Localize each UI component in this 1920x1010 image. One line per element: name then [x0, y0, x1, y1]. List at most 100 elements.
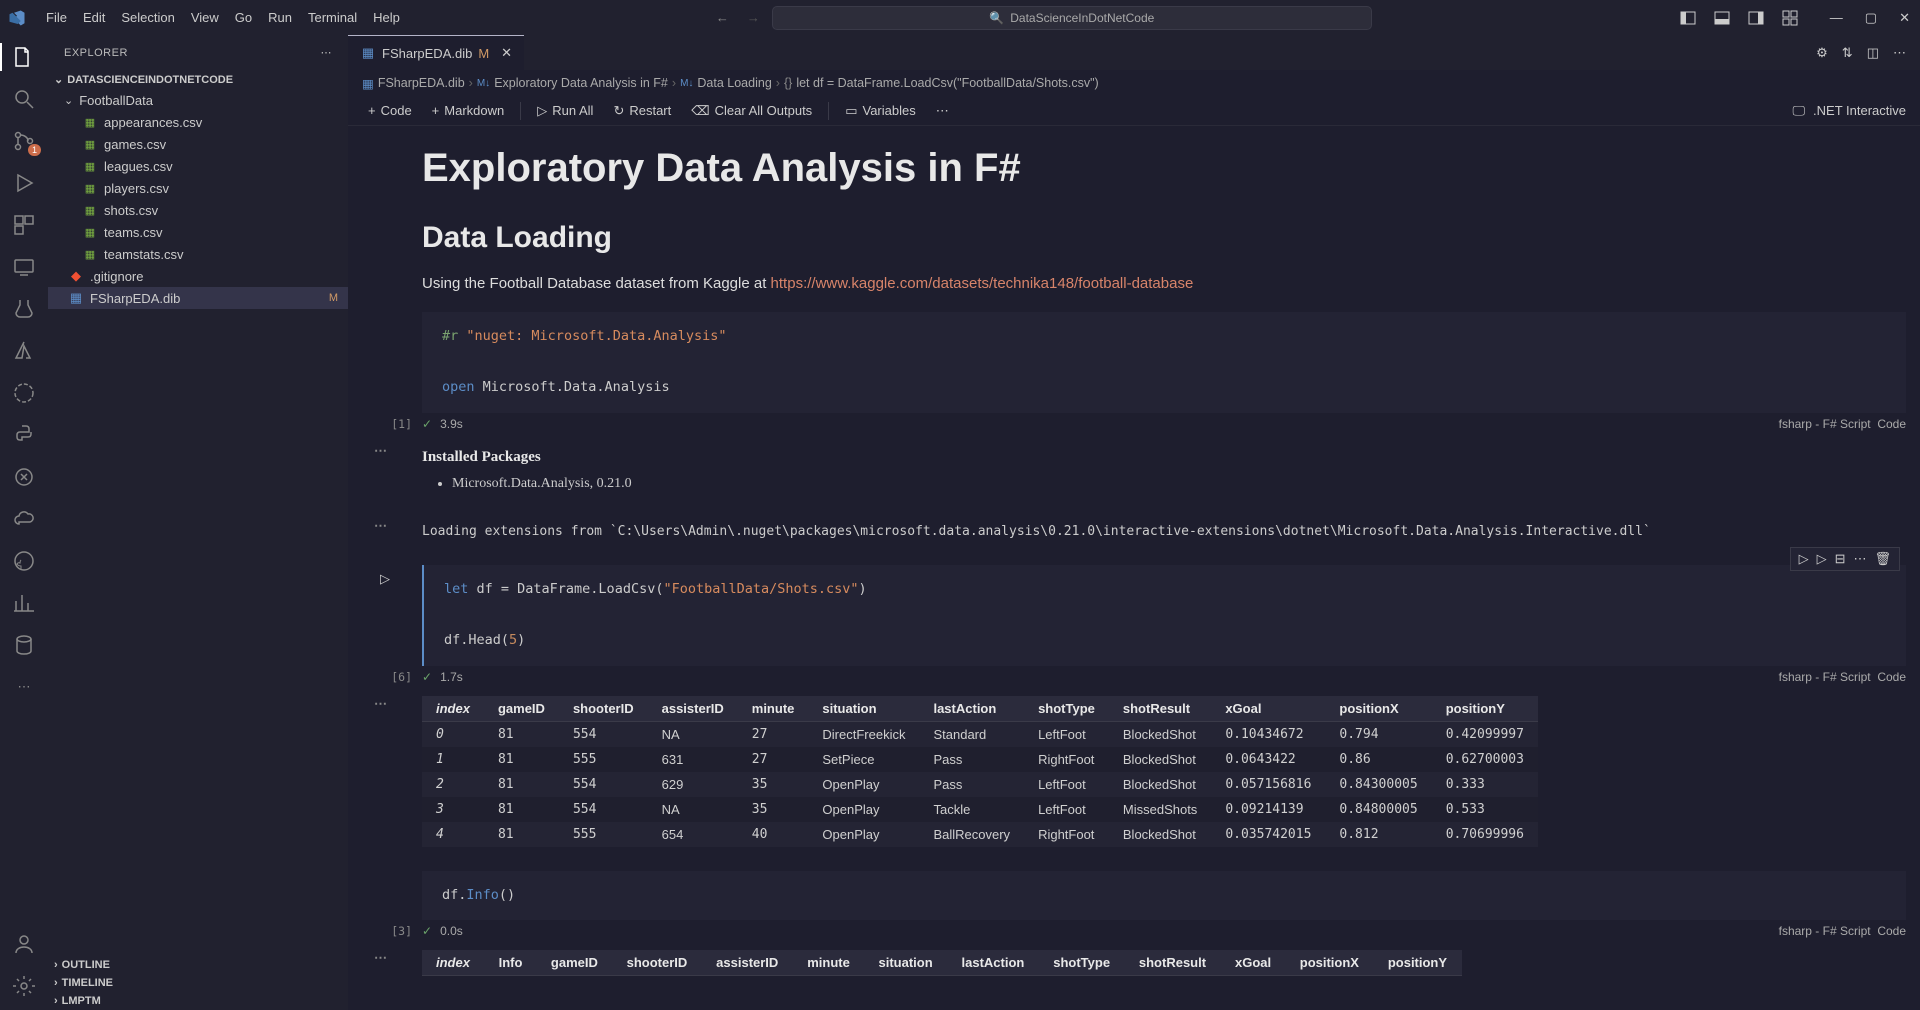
output-menu-icon[interactable]: ⋯ [374, 696, 387, 712]
run-debug-icon[interactable] [12, 171, 36, 195]
file-shots-csv[interactable]: ▦shots.csv [48, 199, 348, 221]
run-all-button[interactable]: ▷Run All [531, 101, 599, 121]
file-teams-csv[interactable]: ▦teams.csv [48, 221, 348, 243]
file-appearances-csv[interactable]: ▦appearances.csv [48, 111, 348, 133]
project-header[interactable]: ⌄ DATASCIENCEINDOTNETCODE [48, 70, 348, 89]
menu-go[interactable]: Go [227, 6, 260, 29]
azure-icon[interactable] [12, 339, 36, 363]
section-outline[interactable]: › OUTLINE [48, 956, 348, 974]
breadcrumb-code[interactable]: let df = DataFrame.LoadCsv("FootballData… [796, 76, 1098, 90]
menu-selection[interactable]: Selection [113, 6, 182, 29]
execution-count: [3] [362, 924, 412, 938]
settings-gear-icon[interactable] [12, 974, 36, 998]
kernel-selector[interactable]: .NET Interactive [1813, 103, 1906, 118]
layout-primary-icon[interactable] [1680, 10, 1696, 26]
column-header: gameID [484, 696, 559, 722]
chart-icon[interactable] [12, 591, 36, 615]
explorer-icon[interactable] [12, 45, 36, 69]
layout-customize-icon[interactable] [1782, 10, 1798, 26]
restart-button[interactable]: ↻Restart [607, 101, 677, 121]
add-code-button[interactable]: +Code [362, 101, 418, 120]
breadcrumb-h1[interactable]: Exploratory Data Analysis in F# [494, 76, 668, 90]
nav-forward-icon[interactable]: → [747, 10, 760, 25]
file-notebook[interactable]: ▦ FSharpEDA.dib M [48, 287, 348, 309]
variables-button[interactable]: ▭Variables [839, 101, 922, 121]
scm-icon[interactable]: 1 [12, 129, 36, 153]
close-icon[interactable]: ✕ [501, 45, 512, 61]
remote-icon[interactable] [12, 255, 36, 279]
output-menu-icon[interactable]: ⋯ [374, 443, 387, 459]
code-editor[interactable]: df.Info() [422, 871, 1906, 921]
window-maximize-icon[interactable]: ▢ [1865, 10, 1877, 26]
more-icon[interactable]: ⋯ [1853, 551, 1866, 567]
nav-back-icon[interactable]: ← [716, 10, 729, 25]
cell-kind[interactable]: Code [1877, 670, 1906, 684]
more-icon[interactable]: ⋯ [12, 675, 36, 699]
layout-secondary-icon[interactable] [1748, 10, 1764, 26]
command-center[interactable]: 🔍 DataScienceInDotNetCode [772, 6, 1372, 30]
cell-language[interactable]: fsharp - F# Script [1779, 670, 1871, 684]
cell-kind[interactable]: Code [1877, 417, 1906, 431]
modified-badge: M [478, 46, 489, 61]
menu-help[interactable]: Help [365, 6, 408, 29]
code-editor[interactable]: let df = DataFrame.LoadCsv("FootballData… [422, 565, 1906, 666]
toolbar-more-icon[interactable]: ⋯ [930, 101, 955, 121]
explorer-more-icon[interactable]: ⋯ [321, 46, 333, 59]
file-gitignore[interactable]: ◆ .gitignore [48, 265, 348, 287]
layout-panel-icon[interactable] [1714, 10, 1730, 26]
execute-above-icon[interactable]: ▷ [1817, 551, 1827, 567]
output-menu-icon[interactable]: ⋯ [374, 950, 387, 966]
diff-icon[interactable]: ⇅ [1842, 45, 1853, 61]
folder-footballdata[interactable]: ⌄ FootballData [48, 89, 348, 111]
search-activity-icon[interactable] [12, 87, 36, 111]
run-cell-icon[interactable]: ▷ [380, 571, 390, 587]
database-icon[interactable] [12, 633, 36, 657]
code-cell-3[interactable]: df.Info() [3] ✓ 0.0s fsharp - F# Script … [362, 871, 1906, 941]
output-info: ⋯ indexInfogameIDshooterIDassisterIDminu… [362, 950, 1906, 976]
cell-language[interactable]: fsharp - F# Script [1779, 924, 1871, 938]
output-menu-icon[interactable]: ⋯ [374, 518, 387, 534]
breadcrumb[interactable]: ▦ FSharpEDA.dib › M↓ Exploratory Data An… [348, 70, 1920, 96]
menu-file[interactable]: File [38, 6, 75, 29]
code-cell-2[interactable]: ▷ ▷ ⊟ ⋯ 🗑 ▷ let df = DataFrame.LoadCsv("… [362, 565, 1906, 686]
project-name: DATASCIENCEINDOTNETCODE [67, 74, 233, 86]
code-cell-1[interactable]: #r "nuget: Microsoft.Data.Analysis" open… [362, 312, 1906, 433]
editor-area: ▦ FSharpEDA.dib M ✕ ⚙ ⇅ ◫ ⋯ ▦ FSharpEDA.… [348, 35, 1920, 1010]
cloud-icon[interactable] [12, 507, 36, 531]
window-minimize-icon[interactable]: — [1830, 10, 1843, 26]
file-label: players.csv [104, 181, 169, 196]
file-players-csv[interactable]: ▦players.csv [48, 177, 348, 199]
gear-icon[interactable]: ⚙ [1816, 45, 1828, 61]
extensions-icon[interactable] [12, 213, 36, 237]
python-icon[interactable] [12, 423, 36, 447]
add-markdown-button[interactable]: +Markdown [426, 101, 511, 120]
debug-alt-icon[interactable] [12, 465, 36, 489]
code-editor[interactable]: #r "nuget: Microsoft.Data.Analysis" open… [422, 312, 1906, 413]
delete-cell-icon[interactable]: 🗑 [1874, 551, 1891, 567]
cell-language[interactable]: fsharp - F# Script [1779, 417, 1871, 431]
github-icon[interactable] [12, 549, 36, 573]
file-leagues-csv[interactable]: ▦leagues.csv [48, 155, 348, 177]
breadcrumb-file[interactable]: FSharpEDA.dib [378, 76, 465, 90]
split-cell-icon[interactable]: ⊟ [1835, 551, 1846, 567]
docker-icon[interactable] [12, 381, 36, 405]
menu-edit[interactable]: Edit [75, 6, 113, 29]
clear-outputs-button[interactable]: ⌫Clear All Outputs [685, 101, 818, 121]
file-games-csv[interactable]: ▦games.csv [48, 133, 348, 155]
breadcrumb-h2[interactable]: Data Loading [697, 76, 771, 90]
kaggle-link[interactable]: https://www.kaggle.com/datasets/technika… [771, 275, 1194, 292]
menu-view[interactable]: View [183, 6, 227, 29]
run-by-line-icon[interactable]: ▷ [1799, 551, 1809, 567]
more-icon[interactable]: ⋯ [1893, 45, 1906, 61]
file-teamstats-csv[interactable]: ▦teamstats.csv [48, 243, 348, 265]
tab-fsharpeda[interactable]: ▦ FSharpEDA.dib M ✕ [348, 35, 524, 70]
cell-kind[interactable]: Code [1877, 924, 1906, 938]
menu-run[interactable]: Run [260, 6, 300, 29]
section-lmptm[interactable]: › LMPTM [48, 992, 348, 1010]
window-close-icon[interactable]: ✕ [1899, 10, 1910, 26]
account-icon[interactable] [12, 932, 36, 956]
menu-terminal[interactable]: Terminal [300, 6, 365, 29]
split-editor-icon[interactable]: ◫ [1867, 45, 1879, 61]
testing-icon[interactable] [12, 297, 36, 321]
section-timeline[interactable]: › TIMELINE [48, 974, 348, 992]
